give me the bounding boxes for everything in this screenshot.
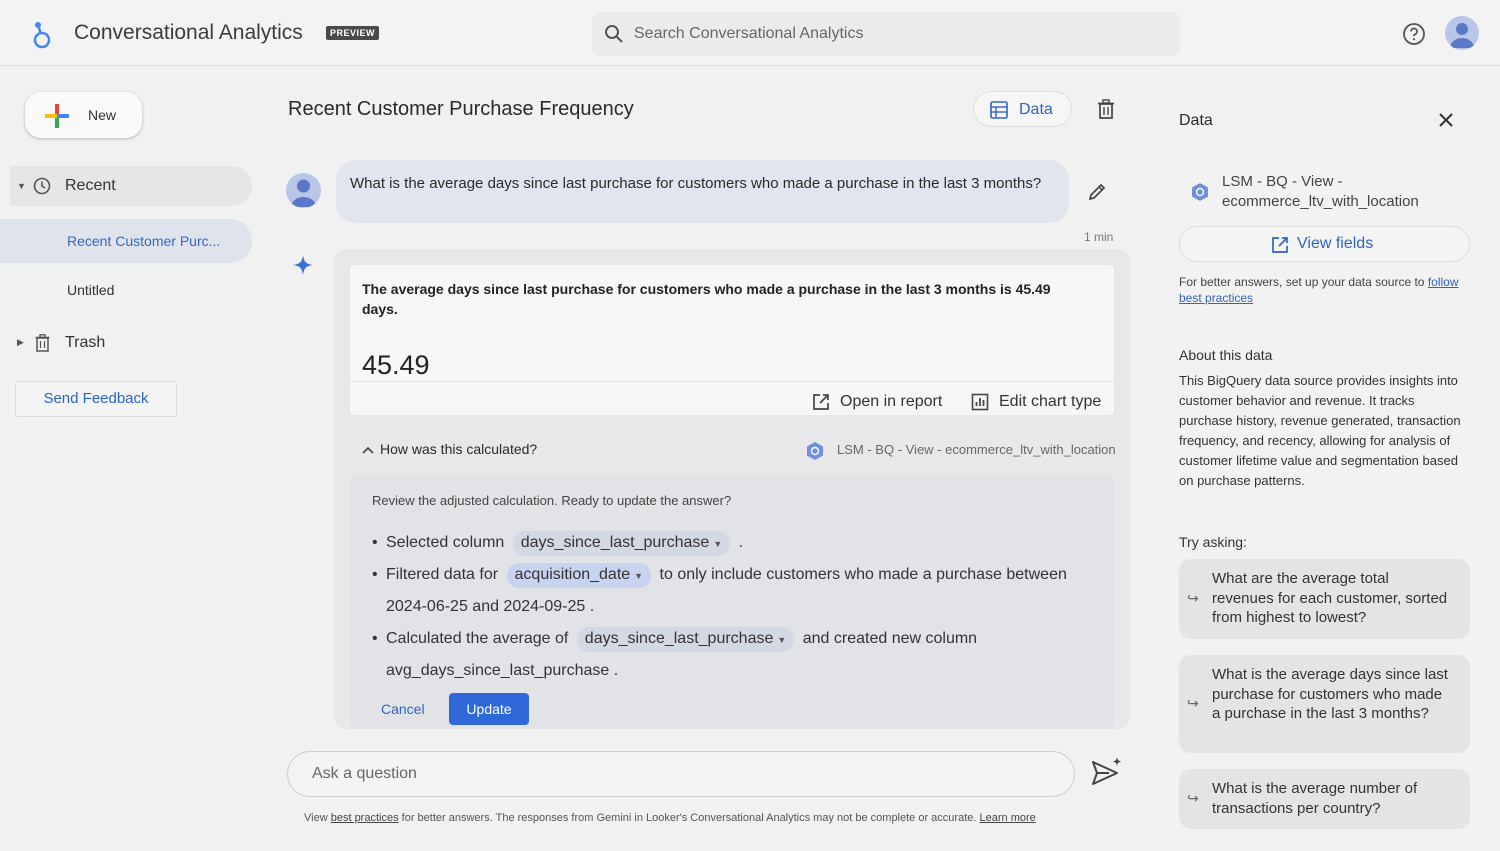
review-text: Review the adjusted calculation. Ready t…: [372, 493, 732, 508]
gemini-sparkle-icon: [293, 255, 313, 275]
send-icon[interactable]: [1091, 756, 1123, 788]
suggested-question[interactable]: ↪ What is the average number of transact…: [1179, 769, 1470, 829]
close-icon[interactable]: [1438, 112, 1454, 128]
how-calculated-label: How was this calculated?: [380, 441, 538, 457]
bigquery-icon: [1192, 183, 1208, 201]
reply-arrow-icon: ↪: [1187, 695, 1199, 711]
table-icon: [990, 101, 1008, 119]
new-button[interactable]: New: [25, 92, 142, 138]
learn-more-link[interactable]: Learn more: [980, 812, 1036, 824]
update-button[interactable]: Update: [449, 693, 529, 725]
sidebar-item-trash[interactable]: ▶ Trash: [10, 328, 252, 358]
search-bar[interactable]: [592, 12, 1180, 56]
data-source-hint: For better answers, set up your data sou…: [1179, 275, 1459, 305]
new-button-label: New: [88, 107, 117, 123]
data-source-label: LSM - BQ - View - ecommerce_ltv_with_loc…: [837, 442, 1116, 457]
calc-step: Selected column days_since_last_purchase…: [372, 527, 1092, 559]
about-data-text: This BigQuery data source provides insig…: [1179, 373, 1461, 488]
sidebar-item-label: Recent: [65, 177, 116, 194]
ask-question-box[interactable]: [287, 751, 1075, 797]
calc-step: Filtered data for acquisition_date▼ to o…: [372, 559, 1092, 623]
clock-icon: [33, 177, 51, 195]
dropdown-arrow-icon: ▼: [777, 635, 787, 645]
cancel-button[interactable]: Cancel: [381, 701, 425, 717]
message-timestamp: 1 min: [1084, 230, 1114, 244]
divider: [350, 381, 1114, 382]
sidebar-item-recent-conversation[interactable]: Recent Customer Purc...: [0, 219, 252, 263]
answer-text: The average days since last purchase for…: [362, 281, 1051, 317]
dropdown-arrow-icon: ▼: [713, 539, 723, 549]
ask-question-input[interactable]: [312, 752, 1052, 796]
search-input[interactable]: [634, 12, 1154, 56]
data-source-name: LSM - BQ - View - ecommerce_ltv_with_loc…: [1222, 173, 1419, 210]
top-bar: Conversational Analytics PREVIEW: [0, 0, 1500, 66]
help-icon[interactable]: [1402, 22, 1426, 46]
reply-arrow-icon: ↪: [1187, 590, 1199, 606]
reply-arrow-icon: ↪: [1187, 790, 1199, 806]
user-avatar: [286, 173, 321, 208]
search-icon: [605, 25, 623, 43]
view-fields-button[interactable]: View fields: [1179, 226, 1470, 262]
calculation-panel: Review the adjusted calculation. Ready t…: [350, 475, 1114, 729]
answer-container: The average days since last purchase for…: [334, 249, 1130, 729]
person-icon: [1450, 23, 1474, 48]
disclaimer-footer: View best practices for better answers. …: [304, 812, 1036, 824]
new-column-name: avg_days_since_last_purchase .: [386, 662, 619, 679]
data-panel-title: Data: [1179, 112, 1213, 129]
data-panel: Data LSM - BQ - View - ecommerce_ltv_wit…: [1162, 66, 1500, 851]
sidebar-item-label: Recent Customer Purc...: [67, 233, 221, 249]
looker-logo-icon: [33, 22, 51, 49]
conversation-title: Recent Customer Purchase Frequency: [288, 98, 634, 120]
trash-icon: [35, 334, 50, 352]
suggested-question[interactable]: ↪ What are the average total revenues fo…: [1179, 559, 1470, 639]
view-fields-label: View fields: [1297, 235, 1374, 252]
pencil-icon[interactable]: [1087, 182, 1107, 202]
open-in-report-label: Open in report: [840, 393, 943, 410]
column-selector[interactable]: days_since_last_purchase ▼: [512, 531, 731, 556]
answer-card: The average days since last purchase for…: [350, 265, 1114, 415]
answer-value: 45.49: [362, 350, 430, 380]
best-practices-link[interactable]: best practices: [331, 812, 399, 824]
aggregate-column-selector[interactable]: days_since_last_purchase ▼: [576, 627, 795, 652]
suggested-question[interactable]: ↪ What is the average days since last pu…: [1179, 655, 1470, 753]
dropdown-arrow-icon: ▼: [634, 571, 644, 581]
send-feedback-button[interactable]: Send Feedback: [15, 381, 177, 417]
conversation-area: Recent Customer Purchase Frequency Data …: [262, 66, 1162, 851]
preview-badge: PREVIEW: [326, 26, 380, 40]
sidebar-item-recent[interactable]: ▼ Recent: [10, 166, 252, 206]
account-avatar[interactable]: [1445, 16, 1479, 50]
date-range: 2024-06-25 and 2024-09-25 .: [386, 598, 595, 615]
bigquery-icon: [807, 442, 823, 460]
calc-step: Calculated the average of days_since_las…: [372, 623, 1092, 687]
about-data-title: About this data: [1179, 347, 1273, 363]
plus-icon: [45, 104, 69, 128]
try-asking-label: Try asking:: [1179, 534, 1247, 550]
app-title: Conversational Analytics: [74, 21, 303, 44]
filter-field-selector[interactable]: acquisition_date ▼: [506, 563, 652, 588]
sidebar-item-untitled[interactable]: Untitled: [67, 282, 114, 298]
data-panel-button[interactable]: Data: [973, 91, 1072, 127]
edit-chart-type-label: Edit chart type: [999, 393, 1102, 410]
chevron-up-icon: [362, 441, 374, 457]
data-button-label: Data: [1019, 101, 1053, 118]
sidebar: New ▼ Recent Recent Customer Purc... Unt…: [0, 66, 262, 851]
how-calculated-toggle[interactable]: How was this calculated?: [362, 441, 537, 457]
user-message: What is the average days since last purc…: [336, 160, 1069, 223]
caret-down-icon: ▼: [17, 181, 26, 191]
person-icon: [291, 179, 316, 207]
caret-right-icon: ▶: [17, 337, 24, 347]
open-external-icon: [813, 394, 829, 410]
calculation-steps: Selected column days_since_last_purchase…: [372, 527, 1092, 687]
sidebar-item-label: Trash: [65, 334, 106, 351]
delete-conversation-icon[interactable]: [1097, 99, 1115, 119]
bar-chart-icon: [971, 393, 989, 411]
open-external-icon: [1272, 237, 1288, 253]
